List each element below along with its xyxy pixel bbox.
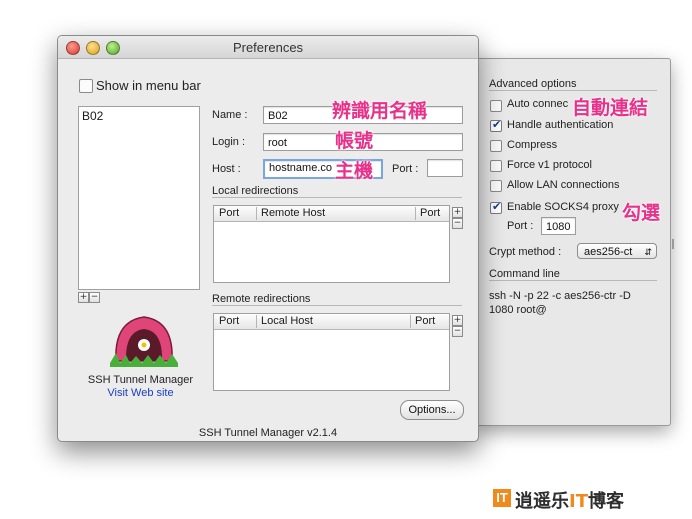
command-line-text-2: 1080 root@	[489, 304, 547, 316]
tunnel-list-item[interactable]: B02	[82, 109, 103, 123]
socks-port-field[interactable]: 1080	[541, 217, 576, 235]
port-label: Port :	[392, 163, 419, 175]
column-divider	[256, 315, 257, 328]
annotation-check: 勾選	[622, 202, 661, 224]
column-divider	[410, 315, 411, 328]
command-line-title: Command line	[489, 268, 560, 280]
remote-redirections-header: Port Local Host Port	[214, 314, 449, 330]
local-redirections-table[interactable]: Port Remote Host Port	[213, 205, 450, 283]
socks-port-label: Port :	[507, 220, 534, 232]
advanced-options-separator	[489, 90, 657, 91]
blog-logo-text: 逍遥乐IT博客	[515, 491, 624, 512]
host-label: Host :	[212, 163, 241, 175]
add-remote-redirection-button[interactable]: +	[452, 315, 463, 326]
column-divider	[256, 207, 257, 220]
remote-redirections-title: Remote redirections	[212, 293, 311, 305]
local-redirections-header: Port Remote Host Port	[214, 206, 449, 222]
column-header[interactable]: Port	[219, 315, 239, 327]
window-title: Preferences	[232, 40, 304, 55]
handle-authentication-label: Handle authentication	[507, 119, 614, 131]
tunnel-list[interactable]: B02	[78, 106, 200, 290]
title-bar: Preferences	[58, 36, 478, 59]
local-redirections-title: Local redirections	[212, 185, 299, 197]
add-local-redirection-button[interactable]: +	[452, 207, 463, 218]
annotation-host: 主機	[335, 160, 374, 182]
visit-website-link[interactable]: Visit Web site	[58, 387, 223, 399]
show-in-menu-bar-checkbox[interactable]	[79, 79, 93, 93]
handle-authentication-checkbox[interactable]	[490, 118, 502, 132]
column-header[interactable]: Local Host	[261, 315, 313, 327]
remote-redirections-table[interactable]: Port Local Host Port	[213, 313, 450, 391]
name-label: Name :	[212, 109, 248, 121]
remove-local-redirection-button[interactable]: −	[452, 218, 463, 229]
blog-logo-icon: IT	[493, 489, 511, 507]
ssh-tunnel-logo-icon	[110, 316, 178, 367]
login-label: Login :	[212, 136, 246, 148]
port-field[interactable]	[427, 159, 463, 177]
crypt-method-select[interactable]: aes256-ct ⇵	[577, 243, 657, 259]
column-header[interactable]: Port	[415, 315, 435, 327]
column-header[interactable]: Port	[219, 207, 239, 219]
column-divider	[415, 207, 416, 220]
remove-remote-redirection-button[interactable]: −	[452, 326, 463, 337]
command-line-text-1: ssh -N -p 22 -c aes256-ctr -D	[489, 290, 631, 302]
app-name-label: SSH Tunnel Manager	[87, 374, 194, 386]
column-header[interactable]: Remote Host	[261, 207, 325, 219]
options-button[interactable]: Options...	[400, 400, 464, 420]
crypt-method-value: aes256-ct	[584, 246, 633, 258]
remote-redirections-separator	[212, 305, 462, 306]
version-footer: SSH Tunnel Manager v2.1.4	[198, 427, 338, 439]
socks4-proxy-checkbox[interactable]	[490, 200, 502, 214]
allow-lan-checkbox[interactable]	[490, 180, 502, 192]
drawer-resize-handle[interactable]	[672, 239, 674, 249]
annotation-name: 辨識用名稱	[332, 100, 428, 122]
allow-lan-label: Allow LAN connections	[507, 179, 620, 191]
socks4-proxy-label: Enable SOCKS4 proxy	[507, 201, 619, 213]
command-line-separator	[489, 280, 657, 281]
local-redirections-separator	[212, 197, 462, 198]
force-v1-label: Force v1 protocol	[507, 159, 592, 171]
advanced-options-title: Advanced options	[489, 78, 577, 90]
annotation-auto-connect: 自動連結	[572, 97, 649, 119]
force-v1-checkbox[interactable]	[490, 160, 502, 172]
compress-label: Compress	[507, 139, 558, 151]
auto-connect-checkbox[interactable]	[490, 100, 502, 112]
add-tunnel-button[interactable]: +	[78, 292, 89, 303]
show-in-menu-bar-label: Show in menu bar	[96, 78, 201, 93]
crypt-method-label: Crypt method :	[489, 246, 562, 258]
column-header[interactable]: Port	[420, 207, 440, 219]
auto-connect-label: Auto connec	[507, 98, 569, 110]
compress-checkbox[interactable]	[490, 140, 502, 152]
select-arrows-icon: ⇵	[644, 247, 652, 257]
annotation-login: 帳號	[335, 130, 374, 152]
remove-tunnel-button[interactable]: −	[89, 292, 100, 303]
